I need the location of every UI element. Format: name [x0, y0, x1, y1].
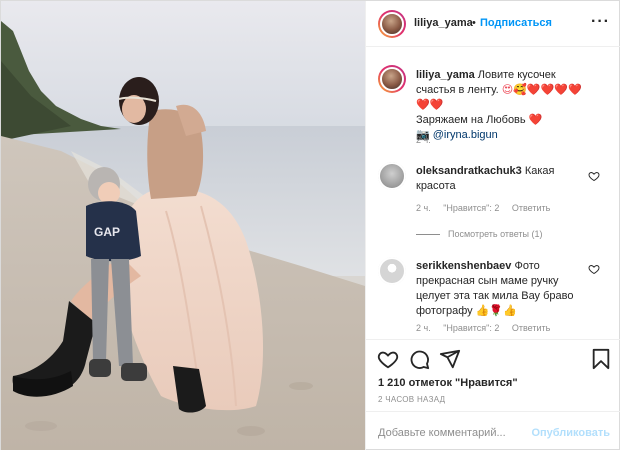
- heart-icon[interactable]: [377, 348, 399, 370]
- view-replies-label: Посмотреть ответы (1): [448, 229, 543, 239]
- share-icon[interactable]: [439, 348, 461, 370]
- follow-button[interactable]: Подписаться: [480, 17, 552, 29]
- comments-section: liliya_yama Ловите кусочек счастья в лен…: [366, 48, 620, 338]
- svg-text:GAP: GAP: [94, 225, 120, 239]
- comment-2-likes[interactable]: "Нравится": 2: [443, 323, 499, 333]
- caption-meta: 2 ч.: [416, 135, 441, 145]
- author-username[interactable]: liliya_yama: [414, 17, 473, 29]
- comment-1-time[interactable]: 2 ч.: [416, 203, 431, 213]
- post-panel: liliya_yama • Подписаться ··· liliya_yam…: [365, 1, 620, 450]
- comment-1-likes[interactable]: "Нравится": 2: [443, 203, 499, 213]
- comment-2-time[interactable]: 2 ч.: [416, 323, 431, 333]
- author-avatar[interactable]: [378, 10, 406, 38]
- comment-2: serikkenshenbaev Фото прекрасная сын мам…: [416, 259, 586, 319]
- instagram-post: GAP liliya_yama • Подписаться ··· liliya…: [0, 0, 620, 450]
- separator-dot: •: [472, 17, 476, 29]
- caption: liliya_yama Ловите кусочек счастья в лен…: [416, 68, 586, 143]
- comment-1-username[interactable]: oleksandratkachuk3: [416, 165, 522, 177]
- more-options-icon[interactable]: ···: [591, 13, 610, 31]
- comment-2-like-heart-icon[interactable]: [588, 263, 600, 275]
- post-photo[interactable]: GAP: [1, 1, 365, 450]
- comment-1-like-heart-icon[interactable]: [588, 170, 600, 182]
- comment-icon[interactable]: [408, 348, 430, 370]
- comment-1-reply-button[interactable]: Ответить: [512, 203, 550, 213]
- caption-time[interactable]: 2 ч.: [416, 135, 431, 145]
- comment-1-meta: 2 ч. "Нравится": 2 Ответить: [416, 203, 560, 213]
- caption-mention-link[interactable]: @iryna.bigun: [433, 129, 498, 141]
- comment-2-reply-button[interactable]: Ответить: [512, 323, 550, 333]
- comment-2-emoji: 👍🌹👍: [475, 305, 517, 317]
- add-comment-bar: Добавьте комментарий... Опубликовать: [366, 411, 620, 450]
- publish-button[interactable]: Опубликовать: [531, 427, 610, 439]
- comment-1: oleksandratkachuk3 Какая красота: [416, 164, 586, 194]
- post-photo-image: GAP: [1, 1, 365, 450]
- comment-avatar[interactable]: [378, 162, 406, 190]
- caption-text-2: Заряжаем на Любовь: [416, 114, 526, 126]
- comment-avatar[interactable]: [378, 257, 406, 285]
- comment-2-meta: 2 ч. "Нравится": 2 Ответить: [416, 323, 560, 333]
- likes-count[interactable]: 1 210 отметок "Нравится": [378, 377, 518, 389]
- caption-username[interactable]: liliya_yama: [416, 69, 475, 81]
- post-timestamp[interactable]: 2 ЧАСОВ НАЗАД: [378, 395, 445, 404]
- post-actions: 1 210 отметок "Нравится" 2 ЧАСОВ НАЗАД Д…: [366, 339, 620, 450]
- caption-author-avatar[interactable]: [378, 65, 406, 93]
- post-header: liliya_yama • Подписаться ···: [366, 1, 620, 47]
- comment-input[interactable]: Добавьте комментарий...: [378, 427, 506, 439]
- caption-emoji-2: ❤️: [528, 114, 543, 126]
- view-replies-button[interactable]: Посмотреть ответы (1): [416, 229, 543, 239]
- bookmark-icon[interactable]: [590, 348, 612, 370]
- comment-2-username[interactable]: serikkenshenbaev: [416, 260, 511, 272]
- replies-line: [416, 234, 440, 236]
